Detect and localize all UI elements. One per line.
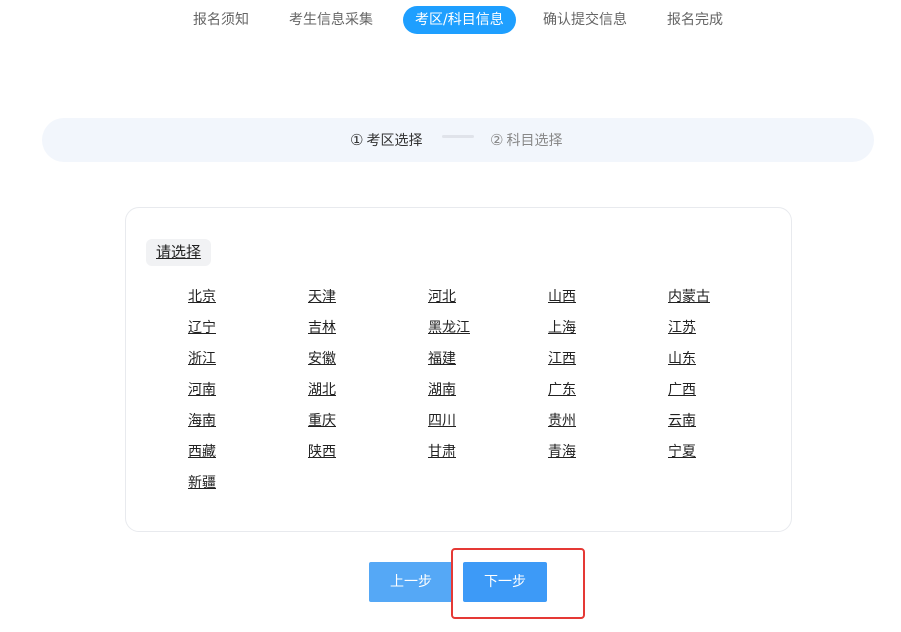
- region-link[interactable]: 浙江: [168, 346, 288, 377]
- prev-step-button[interactable]: 上一步: [369, 562, 453, 602]
- region-link[interactable]: 湖北: [288, 377, 408, 408]
- substep-bar: ① 考区选择 ② 科目选择: [42, 118, 874, 162]
- region-link[interactable]: 新疆: [168, 470, 288, 501]
- substep-label: 考区选择: [366, 133, 423, 149]
- region-link[interactable]: 江西: [528, 346, 648, 377]
- region-link[interactable]: 广西: [648, 377, 768, 408]
- region-link[interactable]: 安徽: [288, 346, 408, 377]
- tab-complete[interactable]: 报名完成: [667, 6, 723, 34]
- substep-region-select: ① 考区选择: [350, 118, 422, 162]
- region-link[interactable]: 辽宁: [168, 315, 288, 346]
- region-link[interactable]: 云南: [648, 408, 768, 439]
- region-link[interactable]: 湖南: [408, 377, 528, 408]
- region-grid: 北京 天津 河北 山西 内蒙古辽宁 吉林 黑龙江 上海 江苏浙江 安徽 福建 江西 山东河南 湖北 湖南 广东…: [168, 284, 768, 501]
- region-link[interactable]: 天津: [288, 284, 408, 315]
- region-link[interactable]: 西藏: [168, 439, 288, 470]
- region-link[interactable]: 四川: [408, 408, 528, 439]
- region-link[interactable]: 上海: [528, 315, 648, 346]
- tab-notice[interactable]: 报名须知: [193, 6, 249, 34]
- region-link[interactable]: 重庆: [288, 408, 408, 439]
- substep-number: ①: [350, 131, 364, 149]
- region-link[interactable]: 青海: [528, 439, 648, 470]
- tab-confirm-submit[interactable]: 确认提交信息: [543, 6, 627, 34]
- tab-region-subject[interactable]: 考区/科目信息: [403, 6, 516, 34]
- substep-subject-select: ② 科目选择: [490, 118, 562, 162]
- region-link[interactable]: 河南: [168, 377, 288, 408]
- region-select-card: 请选择 北京 天津 河北 山西 内蒙古辽宁 吉林 黑龙江 上海 江苏浙江 安徽 福建 江西 山东河南 湖北…: [125, 207, 792, 532]
- region-link[interactable]: 陕西: [288, 439, 408, 470]
- region-link[interactable]: 贵州: [528, 408, 648, 439]
- region-link[interactable]: 北京: [168, 284, 288, 315]
- step-tabs: 报名须知 考生信息采集 考区/科目信息 确认提交信息 报名完成: [0, 6, 901, 34]
- region-link[interactable]: 山西: [528, 284, 648, 315]
- select-prompt: 请选择: [146, 239, 212, 266]
- region-link[interactable]: 甘肃: [408, 439, 528, 470]
- region-link[interactable]: 海南: [168, 408, 288, 439]
- substep-connector: [442, 135, 474, 138]
- substep-label: 科目选择: [506, 133, 563, 149]
- region-link[interactable]: 福建: [408, 346, 528, 377]
- highlight-box: [451, 548, 585, 619]
- region-link[interactable]: 江苏: [648, 315, 768, 346]
- region-link[interactable]: 宁夏: [648, 439, 768, 470]
- region-link[interactable]: 黑龙江: [408, 315, 528, 346]
- substep-number: ②: [490, 131, 504, 149]
- region-link[interactable]: 山东: [648, 346, 768, 377]
- region-link[interactable]: 吉林: [288, 315, 408, 346]
- region-link[interactable]: 内蒙古: [648, 284, 768, 315]
- region-link[interactable]: 广东: [528, 377, 648, 408]
- tab-candidate-info[interactable]: 考生信息采集: [289, 6, 373, 34]
- region-link[interactable]: 河北: [408, 284, 528, 315]
